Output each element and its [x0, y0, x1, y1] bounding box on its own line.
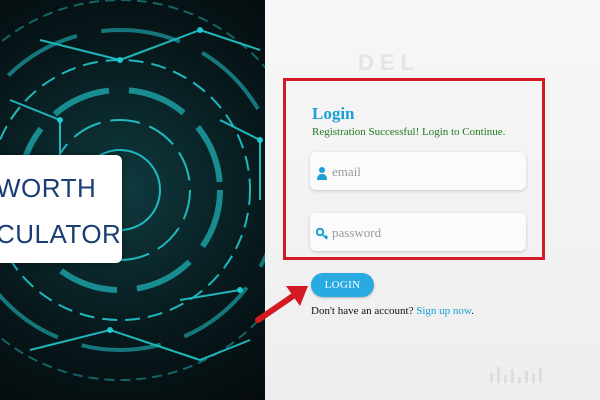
red-arrow-icon	[255, 286, 308, 323]
background-watermark: DEL	[358, 50, 420, 75]
hero-title-card: WORTH CULATOR	[0, 155, 122, 263]
password-field[interactable]	[310, 213, 526, 251]
login-title: Login	[312, 104, 355, 123]
hero-title-line2: CULATOR	[0, 219, 122, 249]
hero-banner: WORTH CULATOR	[0, 0, 290, 400]
password-input[interactable]	[330, 221, 524, 245]
signup-suffix: .	[471, 305, 474, 317]
email-input[interactable]	[330, 160, 524, 184]
key-icon	[316, 227, 328, 240]
signup-prompt-text: Don't have an account?	[311, 305, 414, 317]
login-button[interactable]: LOGIN	[311, 273, 374, 297]
user-icon	[317, 167, 327, 180]
hero-title-line1: WORTH	[0, 173, 97, 203]
success-message: Registration Successful! Login to Contin…	[312, 126, 506, 138]
signup-link[interactable]: Sign up now	[416, 305, 471, 317]
email-field[interactable]	[310, 152, 526, 190]
signup-prompt: Don't have an account? Sign up now.	[311, 305, 474, 317]
background-bars	[490, 365, 546, 383]
